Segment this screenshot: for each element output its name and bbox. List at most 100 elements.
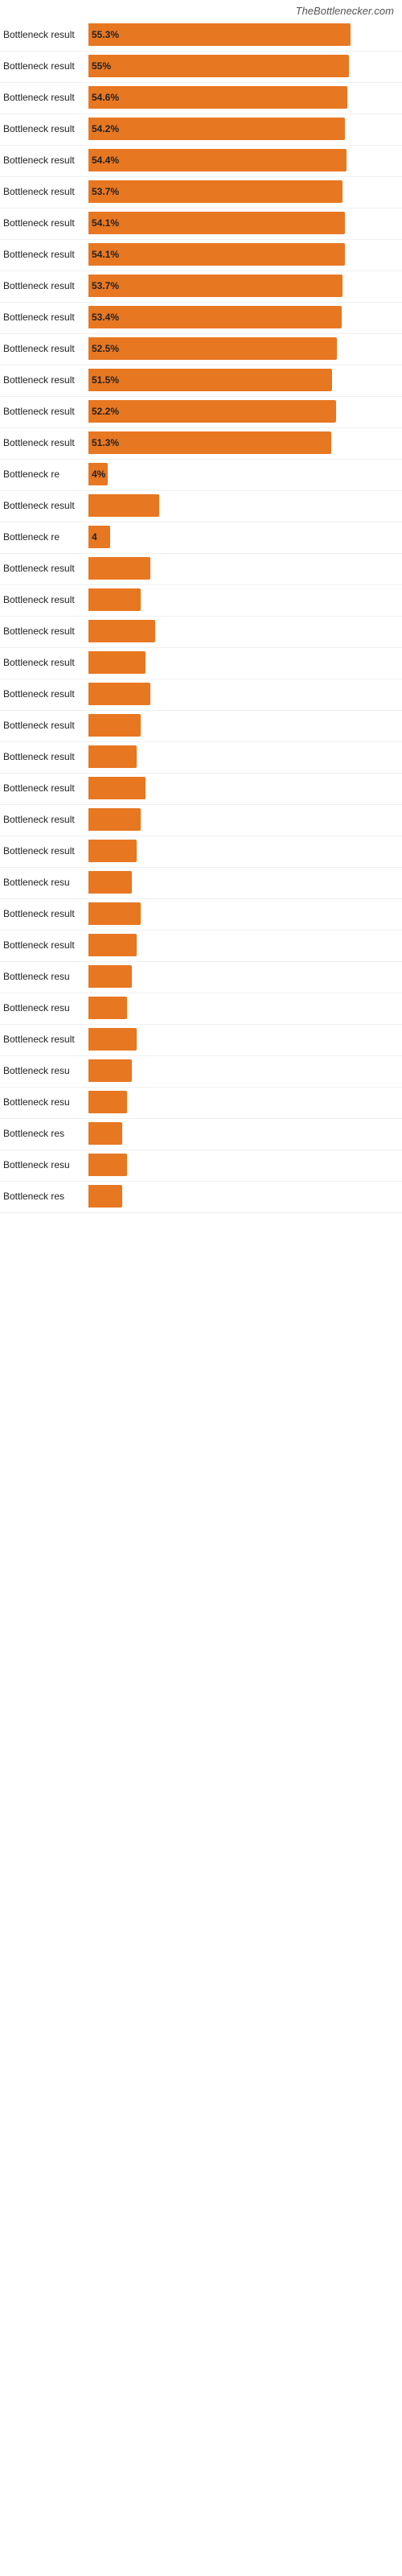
bar-fill-30 [88,965,132,988]
bar-fill-20 [88,651,146,674]
bar-label-17: Bottleneck result [0,563,88,574]
bar-fill-36 [88,1154,127,1176]
bar-row-30: Bottleneck resu [0,962,402,993]
bar-container-22 [88,714,402,737]
bar-fill-12: 52.2% [88,400,336,423]
bar-label-14: Bottleneck re [0,469,88,480]
bar-fill-18 [88,588,141,611]
bar-value-16: 4 [92,531,97,543]
bar-fill-14: 4% [88,463,108,485]
bar-label-2: Bottleneck result [0,92,88,103]
bar-row-20: Bottleneck result [0,648,402,679]
bar-fill-19 [88,620,155,642]
bar-value-3: 54.2% [92,123,119,134]
bar-row-11: Bottleneck result 51.5% [0,365,402,397]
bar-container-16: 4 [88,526,402,548]
bar-fill-37 [88,1185,122,1208]
bar-value-6: 54.1% [92,217,119,229]
bar-label-35: Bottleneck res [0,1128,88,1139]
bar-value-13: 51.3% [92,437,119,448]
bar-label-16: Bottleneck re [0,531,88,543]
bar-value-5: 53.7% [92,186,119,197]
bar-row-15: Bottleneck result [0,491,402,522]
bar-row-32: Bottleneck result [0,1025,402,1056]
bar-row-24: Bottleneck result [0,774,402,805]
bar-fill-26 [88,840,137,862]
bar-fill-32 [88,1028,137,1051]
bar-row-28: Bottleneck result [0,899,402,931]
bar-fill-0: 55.3% [88,23,351,46]
bar-value-0: 55.3% [92,29,119,40]
bar-container-8: 53.7% [88,275,402,297]
site-name: TheBottlenecker.com [296,5,394,17]
bar-container-6: 54.1% [88,212,402,234]
bar-container-21 [88,683,402,705]
bar-row-21: Bottleneck result [0,679,402,711]
bar-label-36: Bottleneck resu [0,1159,88,1170]
bar-label-11: Bottleneck result [0,374,88,386]
bar-container-37 [88,1185,402,1208]
bar-container-27 [88,871,402,894]
bar-container-4: 54.4% [88,149,402,171]
bar-fill-2: 54.6% [88,86,347,109]
bar-fill-35 [88,1122,122,1145]
bar-container-33 [88,1059,402,1082]
bar-container-5: 53.7% [88,180,402,203]
bar-container-12: 52.2% [88,400,402,423]
bar-fill-27 [88,871,132,894]
bar-row-25: Bottleneck result [0,805,402,836]
bar-fill-21 [88,683,150,705]
bar-fill-17 [88,557,150,580]
bar-fill-5: 53.7% [88,180,343,203]
bar-container-34 [88,1091,402,1113]
bar-fill-29 [88,934,137,956]
bar-label-6: Bottleneck result [0,217,88,229]
bar-value-14: 4% [92,469,105,480]
bar-value-2: 54.6% [92,92,119,103]
bar-row-33: Bottleneck resu [0,1056,402,1088]
bar-value-11: 51.5% [92,374,119,386]
bar-label-25: Bottleneck result [0,814,88,825]
bar-container-32 [88,1028,402,1051]
bar-container-7: 54.1% [88,243,402,266]
bar-row-26: Bottleneck result [0,836,402,868]
bar-label-3: Bottleneck result [0,123,88,134]
bar-value-8: 53.7% [92,280,119,291]
bar-fill-15 [88,494,159,517]
bar-row-10: Bottleneck result52.5% [0,334,402,365]
bar-container-9: 53.4% [88,306,402,328]
bar-row-2: Bottleneck result 54.6% [0,83,402,114]
bar-row-23: Bottleneck result [0,742,402,774]
bar-fill-4: 54.4% [88,149,347,171]
bar-fill-6: 54.1% [88,212,345,234]
bar-container-20 [88,651,402,674]
bar-fill-33 [88,1059,132,1082]
bar-row-6: Bottleneck result 54.1% [0,208,402,240]
bar-fill-22 [88,714,141,737]
bars-container: Bottleneck result55.3%Bottleneck result5… [0,20,402,1213]
bar-container-2: 54.6% [88,86,402,109]
bar-row-5: Bottleneck result53.7% [0,177,402,208]
bar-row-12: Bottleneck result52.2% [0,397,402,428]
bar-row-1: Bottleneck result55% [0,52,402,83]
bar-label-24: Bottleneck result [0,782,88,794]
bar-container-23 [88,745,402,768]
bar-value-1: 55% [92,60,111,72]
bar-fill-23 [88,745,137,768]
bar-label-21: Bottleneck result [0,688,88,700]
bar-fill-3: 54.2% [88,118,345,140]
bar-container-19 [88,620,402,642]
bar-row-19: Bottleneck result [0,617,402,648]
bar-label-0: Bottleneck result [0,29,88,40]
bar-container-1: 55% [88,55,402,77]
bar-label-18: Bottleneck result [0,594,88,605]
bar-container-0: 55.3% [88,23,402,46]
bar-fill-34 [88,1091,127,1113]
bar-label-15: Bottleneck result [0,500,88,511]
bar-row-9: Bottleneck result53.4% [0,303,402,334]
bar-row-31: Bottleneck resu [0,993,402,1025]
bar-label-29: Bottleneck result [0,939,88,951]
bar-label-37: Bottleneck res [0,1191,88,1202]
bar-container-30 [88,965,402,988]
bar-container-15 [88,494,402,517]
